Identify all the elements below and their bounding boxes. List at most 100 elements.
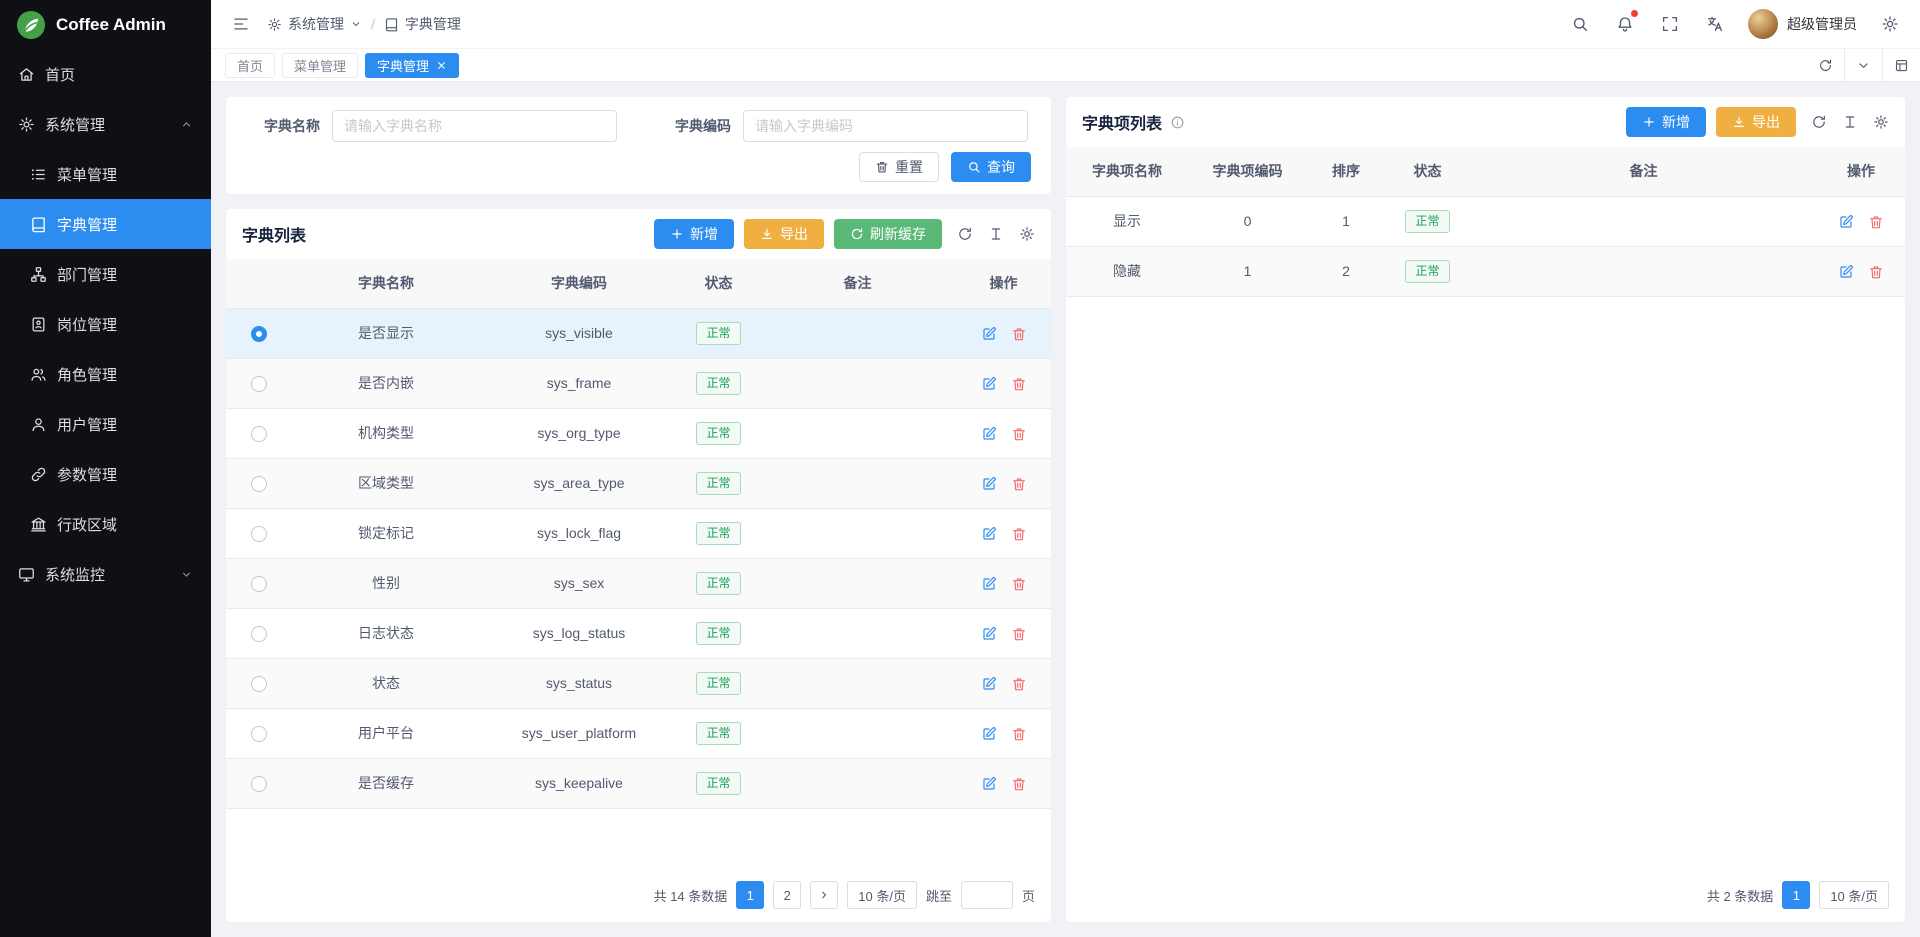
notifications-button[interactable] [1613,12,1637,36]
sidebar-collapse-button[interactable] [229,12,253,36]
dict-name-input[interactable] [332,110,617,142]
row-radio[interactable] [251,426,267,442]
delete-icon[interactable] [1868,264,1884,280]
layout-toggle-button[interactable] [1882,49,1920,81]
delete-icon[interactable] [1011,476,1027,492]
delete-icon[interactable] [1011,626,1027,642]
table-row[interactable]: 状态 sys_status 正常 [226,658,1051,708]
row-radio[interactable] [251,526,267,542]
table-row[interactable]: 是否显示 sys_visible 正常 [226,308,1051,358]
sidebar-item-dict-management[interactable]: 字典管理 [0,199,211,249]
add-dict-item-button[interactable]: 新增 [1626,107,1706,137]
row-radio[interactable] [251,476,267,492]
query-button[interactable]: 查询 [951,152,1031,182]
sidebar-item-user-management[interactable]: 用户管理 [0,399,211,449]
delete-icon[interactable] [1868,214,1884,230]
language-button[interactable] [1703,12,1727,36]
table-row[interactable]: 是否缓存 sys_keepalive 正常 [226,758,1051,808]
table-settings-button[interactable] [1873,114,1889,130]
table-row[interactable]: 性别 sys_sex 正常 [226,558,1051,608]
table-row[interactable]: 机构类型 sys_org_type 正常 [226,408,1051,458]
edit-icon[interactable] [1838,264,1854,280]
user-menu[interactable]: 超级管理员 [1748,9,1857,39]
global-search-button[interactable] [1568,12,1592,36]
sidebar-item-role-management[interactable]: 角色管理 [0,349,211,399]
row-radio[interactable] [251,376,267,392]
export-dict-item-button[interactable]: 导出 [1716,107,1796,137]
reload-table-button[interactable] [1811,114,1827,130]
table-row[interactable]: 用户平台 sys_user_platform 正常 [226,708,1051,758]
edit-icon[interactable] [981,426,997,442]
column-density-button[interactable] [988,226,1004,242]
edit-icon[interactable] [981,626,997,642]
dict-code-input[interactable] [743,110,1028,142]
edit-icon[interactable] [981,526,997,542]
table-row[interactable]: 显示 0 1 正常 [1066,196,1905,246]
info-icon[interactable] [1170,115,1185,130]
tab-menu-management[interactable]: 菜单管理 [282,53,358,78]
breadcrumb-system[interactable]: 系统管理 [267,14,362,34]
edit-icon[interactable] [981,726,997,742]
edit-icon[interactable] [1838,214,1854,230]
sidebar-item-dept-management[interactable]: 部门管理 [0,249,211,299]
row-radio[interactable] [251,776,267,792]
column-density-button[interactable] [1842,114,1858,130]
dict-code-cell: sys_log_status [480,608,678,658]
settings-button[interactable] [1878,12,1902,36]
delete-icon[interactable] [1011,576,1027,592]
next-page-button[interactable] [810,881,838,909]
edit-icon[interactable] [981,576,997,592]
edit-icon[interactable] [981,376,997,392]
export-dict-button[interactable]: 导出 [744,219,824,249]
sidebar-item-region-management[interactable]: 行政区域 [0,499,211,549]
dict-name-cell: 日志状态 [292,608,480,658]
reset-button[interactable]: 重置 [859,152,939,182]
reload-table-button[interactable] [957,226,973,242]
row-radio[interactable] [251,726,267,742]
add-dict-button[interactable]: 新增 [654,219,734,249]
breadcrumb: 系统管理 / 字典管理 [267,14,461,34]
fullscreen-button[interactable] [1658,12,1682,36]
row-radio[interactable] [251,326,267,342]
table-row[interactable]: 是否内嵌 sys_frame 正常 [226,358,1051,408]
sidebar-item-home[interactable]: 首页 [0,49,211,99]
table-row[interactable]: 区域类型 sys_area_type 正常 [226,458,1051,508]
delete-icon[interactable] [1011,526,1027,542]
sidebar-item-system-monitor[interactable]: 系统监控 [0,549,211,599]
page-jump-input[interactable] [961,881,1013,909]
delete-icon[interactable] [1011,726,1027,742]
tab-home[interactable]: 首页 [225,53,275,78]
edit-icon[interactable] [981,776,997,792]
page-1-button[interactable]: 1 [736,881,764,909]
delete-icon[interactable] [1011,376,1027,392]
row-radio[interactable] [251,576,267,592]
sidebar-item-param-management[interactable]: 参数管理 [0,449,211,499]
username: 超级管理员 [1787,14,1857,34]
page-size-select[interactable]: 10 条/页 [1819,881,1889,909]
sidebar-item-system-management[interactable]: 系统管理 [0,99,211,149]
close-icon[interactable] [436,60,447,71]
delete-icon[interactable] [1011,776,1027,792]
delete-icon[interactable] [1011,426,1027,442]
delete-icon[interactable] [1011,676,1027,692]
refresh-cache-button[interactable]: 刷新缓存 [834,219,942,249]
delete-icon[interactable] [1011,326,1027,342]
edit-icon[interactable] [981,676,997,692]
table-row[interactable]: 隐藏 1 2 正常 [1066,246,1905,296]
edit-icon[interactable] [981,476,997,492]
tab-dict-management[interactable]: 字典管理 [365,53,459,78]
sidebar-item-label: 角色管理 [57,364,117,385]
refresh-tab-button[interactable] [1806,49,1844,81]
sidebar-item-post-management[interactable]: 岗位管理 [0,299,211,349]
row-radio[interactable] [251,676,267,692]
page-1-button[interactable]: 1 [1782,881,1810,909]
page-size-select[interactable]: 10 条/页 [847,881,917,909]
table-row[interactable]: 日志状态 sys_log_status 正常 [226,608,1051,658]
table-settings-button[interactable] [1019,226,1035,242]
table-row[interactable]: 锁定标记 sys_lock_flag 正常 [226,508,1051,558]
page-2-button[interactable]: 2 [773,881,801,909]
edit-icon[interactable] [981,326,997,342]
row-radio[interactable] [251,626,267,642]
tab-actions-button[interactable] [1844,49,1882,81]
sidebar-item-menu-management[interactable]: 菜单管理 [0,149,211,199]
